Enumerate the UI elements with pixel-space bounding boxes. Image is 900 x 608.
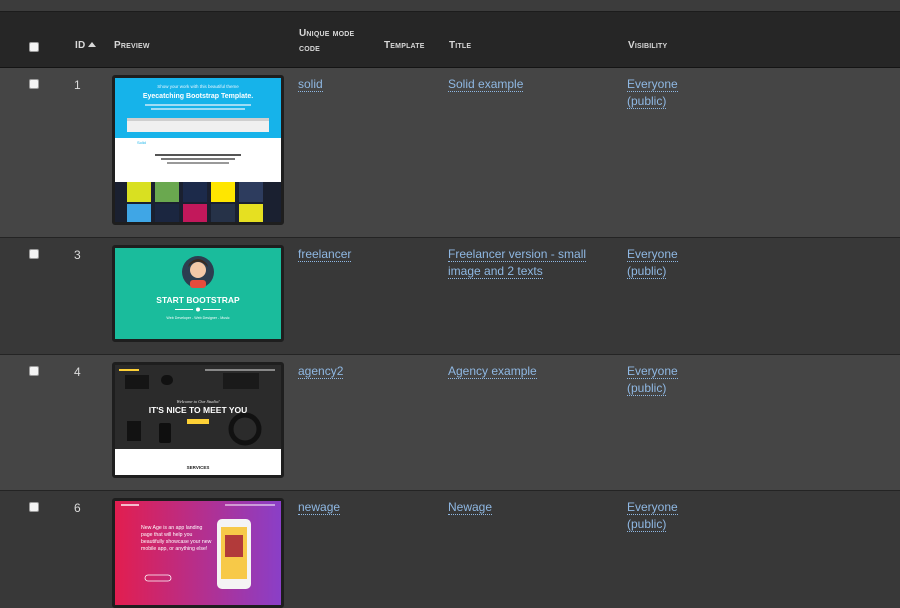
- visibility-link[interactable]: Everyone (public): [627, 499, 678, 533]
- preview-thumbnail[interactable]: Welcome to Our Studio! IT'S NICE TO MEET…: [112, 362, 284, 478]
- row-checkbox[interactable]: [29, 366, 39, 376]
- mode-code-text: newage: [298, 500, 341, 515]
- mode-code-text: agency2: [298, 364, 344, 379]
- visibility-text-line2: (public): [627, 381, 667, 396]
- mode-code-link[interactable]: agency2: [298, 363, 344, 380]
- visibility-text-line2: (public): [627, 517, 667, 532]
- preview-nav: Solid: [137, 140, 146, 145]
- preview-services: SERVICES: [187, 465, 210, 470]
- row-id: 6: [74, 501, 81, 515]
- column-header-id[interactable]: ID: [75, 40, 97, 51]
- column-header-template[interactable]: Template: [384, 40, 425, 51]
- preview-heading: START BOOTSTRAP: [156, 295, 240, 305]
- title-text-line2: image and 2 texts: [448, 264, 543, 279]
- table-row: 3 START BOOTSTRAP Web Developer - Web De…: [0, 238, 900, 355]
- visibility-text-line2: (public): [627, 264, 667, 279]
- toolbar-strip: [0, 0, 900, 12]
- visibility-text-line1: Everyone: [627, 500, 678, 515]
- visibility-text-line1: Everyone: [627, 364, 678, 379]
- title-text-line1: Freelancer version - small: [448, 247, 587, 262]
- select-all-checkbox[interactable]: [29, 42, 39, 52]
- preview-thumbnail[interactable]: New Age is an app landing page that will…: [112, 498, 284, 608]
- column-header-id-label: ID: [75, 40, 86, 51]
- title-text: Solid example: [448, 77, 524, 92]
- column-header-mode-code-line1: Unique mode: [299, 28, 355, 39]
- column-header-mode-code-line2: code: [299, 43, 321, 54]
- column-header-preview[interactable]: Preview: [114, 40, 150, 51]
- row-checkbox[interactable]: [29, 79, 39, 89]
- mode-code-text: solid: [298, 77, 323, 92]
- visibility-text-line1: Everyone: [627, 247, 678, 262]
- solid-template-preview-image: Show your work with this beautiful theme…: [115, 78, 281, 222]
- table-row: 4 Welcome to Our Studio! IT'S NICE TO ME…: [0, 355, 900, 491]
- row-checkbox[interactable]: [29, 249, 39, 259]
- title-link[interactable]: Agency example: [448, 363, 537, 380]
- newage-template-preview-image: New Age is an app landing page that will…: [115, 501, 281, 605]
- row-id: 3: [74, 248, 81, 262]
- visibility-link[interactable]: Everyone (public): [627, 363, 678, 397]
- agency-template-preview-image: Welcome to Our Studio! IT'S NICE TO MEET…: [115, 365, 281, 475]
- mode-code-link[interactable]: solid: [298, 76, 323, 93]
- title-link[interactable]: Freelancer version - small image and 2 t…: [448, 246, 587, 280]
- mode-code-link[interactable]: newage: [298, 499, 341, 516]
- row-checkbox[interactable]: [29, 502, 39, 512]
- title-text: Newage: [448, 500, 493, 515]
- row-id: 4: [74, 365, 81, 379]
- visibility-text-line1: Everyone: [627, 77, 678, 92]
- preview-welcome: Welcome to Our Studio!: [176, 399, 220, 404]
- table-row: 1 Show your work with this beautiful the…: [0, 68, 900, 238]
- sort-ascending-icon: [88, 42, 97, 47]
- preview-heading: Eyecatching Bootstrap Template.: [143, 93, 253, 100]
- preview-thumbnail[interactable]: Show your work with this beautiful theme…: [112, 75, 284, 225]
- preview-subtitle: Web Developer - Web Designer - Music: [166, 316, 229, 320]
- mode-code-link[interactable]: freelancer: [298, 246, 352, 263]
- title-text: Agency example: [448, 364, 537, 379]
- title-link[interactable]: Solid example: [448, 76, 524, 93]
- visibility-link[interactable]: Everyone (public): [627, 246, 678, 280]
- row-id: 1: [74, 78, 81, 92]
- mode-code-text: freelancer: [298, 247, 352, 262]
- preview-thumbnail[interactable]: START BOOTSTRAP Web Developer - Web Desi…: [112, 245, 284, 342]
- preview-tagline: Show your work with this beautiful theme: [157, 84, 239, 89]
- title-link[interactable]: Newage: [448, 499, 493, 516]
- table-header: ID Preview Unique mode code Template Tit…: [0, 12, 900, 68]
- freelancer-template-preview-image: START BOOTSTRAP Web Developer - Web Desi…: [115, 248, 281, 339]
- preview-heading: IT'S NICE TO MEET YOU: [149, 405, 248, 415]
- column-header-mode-code[interactable]: Unique mode code: [299, 26, 354, 56]
- visibility-text-line2: (public): [627, 94, 667, 109]
- column-header-visibility[interactable]: Visibility: [628, 40, 667, 51]
- preview-text: New Age is an app landing page that will…: [141, 525, 212, 552]
- visibility-link[interactable]: Everyone (public): [627, 76, 678, 110]
- column-header-title[interactable]: Title: [449, 40, 471, 51]
- table-row: 6 New Age is an app landing page that wi…: [0, 491, 900, 608]
